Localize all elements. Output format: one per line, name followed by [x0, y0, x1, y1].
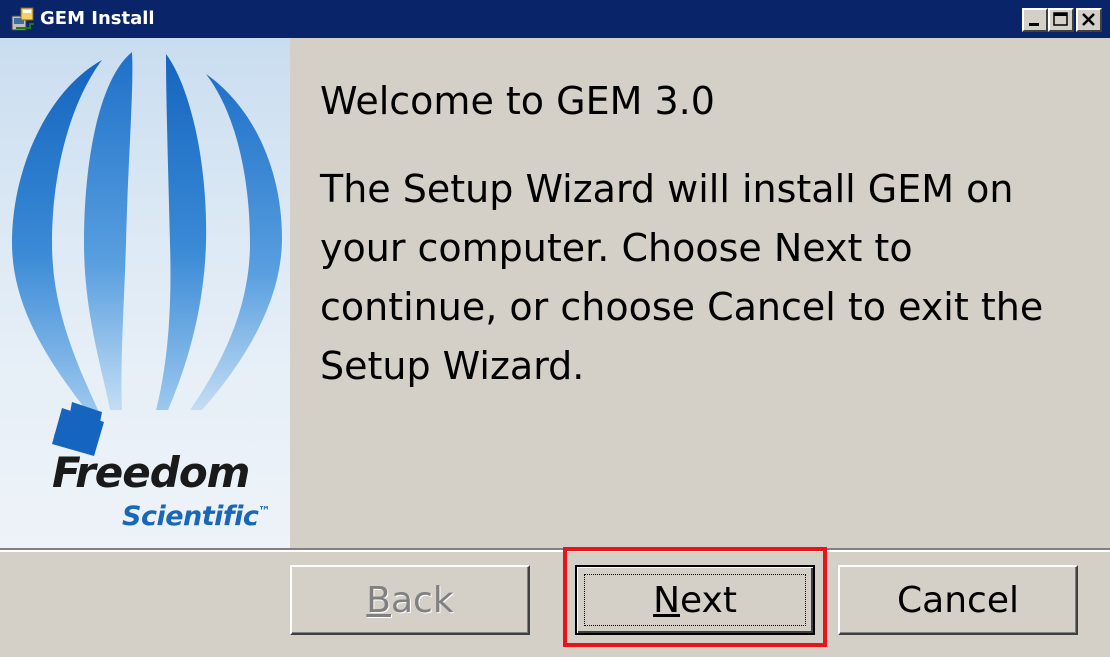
maximize-icon	[1053, 12, 1068, 26]
logo-scientific-text: Scientific™	[122, 496, 270, 532]
welcome-heading: Welcome to GEM 3.0	[320, 79, 715, 123]
back-button-label: Back	[366, 580, 453, 621]
back-mnemonic: B	[366, 579, 391, 621]
wizard-banner: Freedom Scientific™	[0, 38, 290, 548]
minimize-icon	[1029, 23, 1039, 26]
back-label-rest: ack	[391, 579, 454, 621]
close-icon	[1082, 13, 1095, 26]
cancel-button-label: Cancel	[897, 579, 1019, 621]
logo-trademark: ™	[258, 504, 270, 518]
back-button: Back	[290, 565, 530, 635]
title-bar[interactable]: GEM Install	[0, 0, 1110, 38]
minimize-button[interactable]	[1022, 8, 1048, 32]
button-separator	[0, 548, 1110, 552]
logo-scientific-word: Scientific	[122, 501, 259, 532]
installer-window: GEM Install Freedom Scientific™ Welcome …	[0, 0, 1110, 657]
welcome-description: The Setup Wizard will install GEM on you…	[320, 167, 1044, 388]
maximize-button[interactable]	[1048, 8, 1074, 32]
cancel-button[interactable]: Cancel	[838, 565, 1078, 635]
logo-freedom-text: Freedom	[52, 448, 250, 497]
installer-icon	[11, 7, 34, 31]
focus-rectangle	[584, 574, 806, 626]
next-button[interactable]: Next	[575, 565, 815, 635]
window-title: GEM Install	[40, 8, 155, 29]
close-button[interactable]	[1076, 8, 1102, 32]
